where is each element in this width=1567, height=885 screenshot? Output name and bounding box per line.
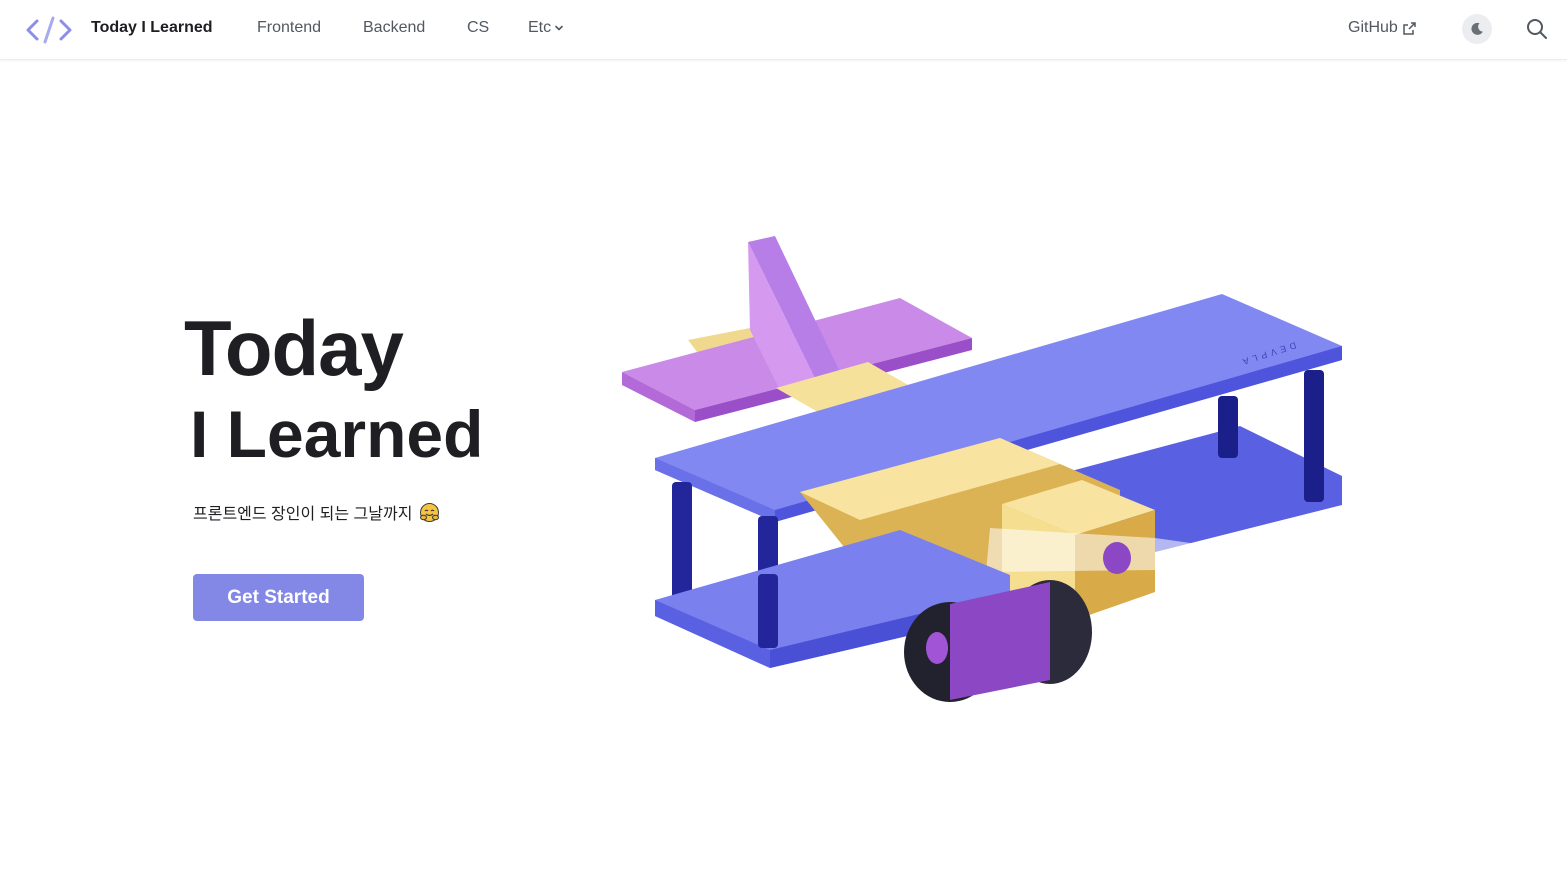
brand-title[interactable]: Today I Learned: [91, 19, 213, 37]
theme-toggle-button[interactable]: [1462, 14, 1492, 44]
moon-icon: [1471, 22, 1483, 35]
nav-link-frontend[interactable]: Frontend: [257, 19, 321, 37]
chevron-down-icon: [555, 25, 563, 31]
external-link-icon: [1403, 21, 1416, 35]
get-started-button[interactable]: Get Started: [193, 574, 364, 621]
nav-link-backend[interactable]: Backend: [363, 19, 425, 37]
hero-title-line1: Today: [184, 304, 404, 392]
nav-dropdown-etc[interactable]: Etc: [528, 19, 564, 37]
nav-github-label: GitHub: [1348, 19, 1398, 36]
hero-title-line2: I Learned: [190, 397, 484, 471]
toy-airplane-illustration: DEVPLA: [622, 236, 1342, 702]
code-brackets-icon[interactable]: [25, 15, 73, 45]
hugging-face-emoji-icon: [420, 502, 440, 522]
search-icon[interactable]: [1525, 17, 1549, 41]
hero-tagline: 프론트엔드 장인이 되는 그날까지: [193, 500, 440, 524]
navbar: Today I Learned Frontend Backend CS Etc …: [0, 0, 1567, 60]
nav-link-cs[interactable]: CS: [467, 19, 489, 37]
nav-link-github[interactable]: GitHub: [1348, 19, 1416, 37]
hero-tagline-text: 프론트엔드 장인이 되는 그날까지: [193, 506, 413, 523]
nav-etc-label: Etc: [528, 19, 552, 36]
